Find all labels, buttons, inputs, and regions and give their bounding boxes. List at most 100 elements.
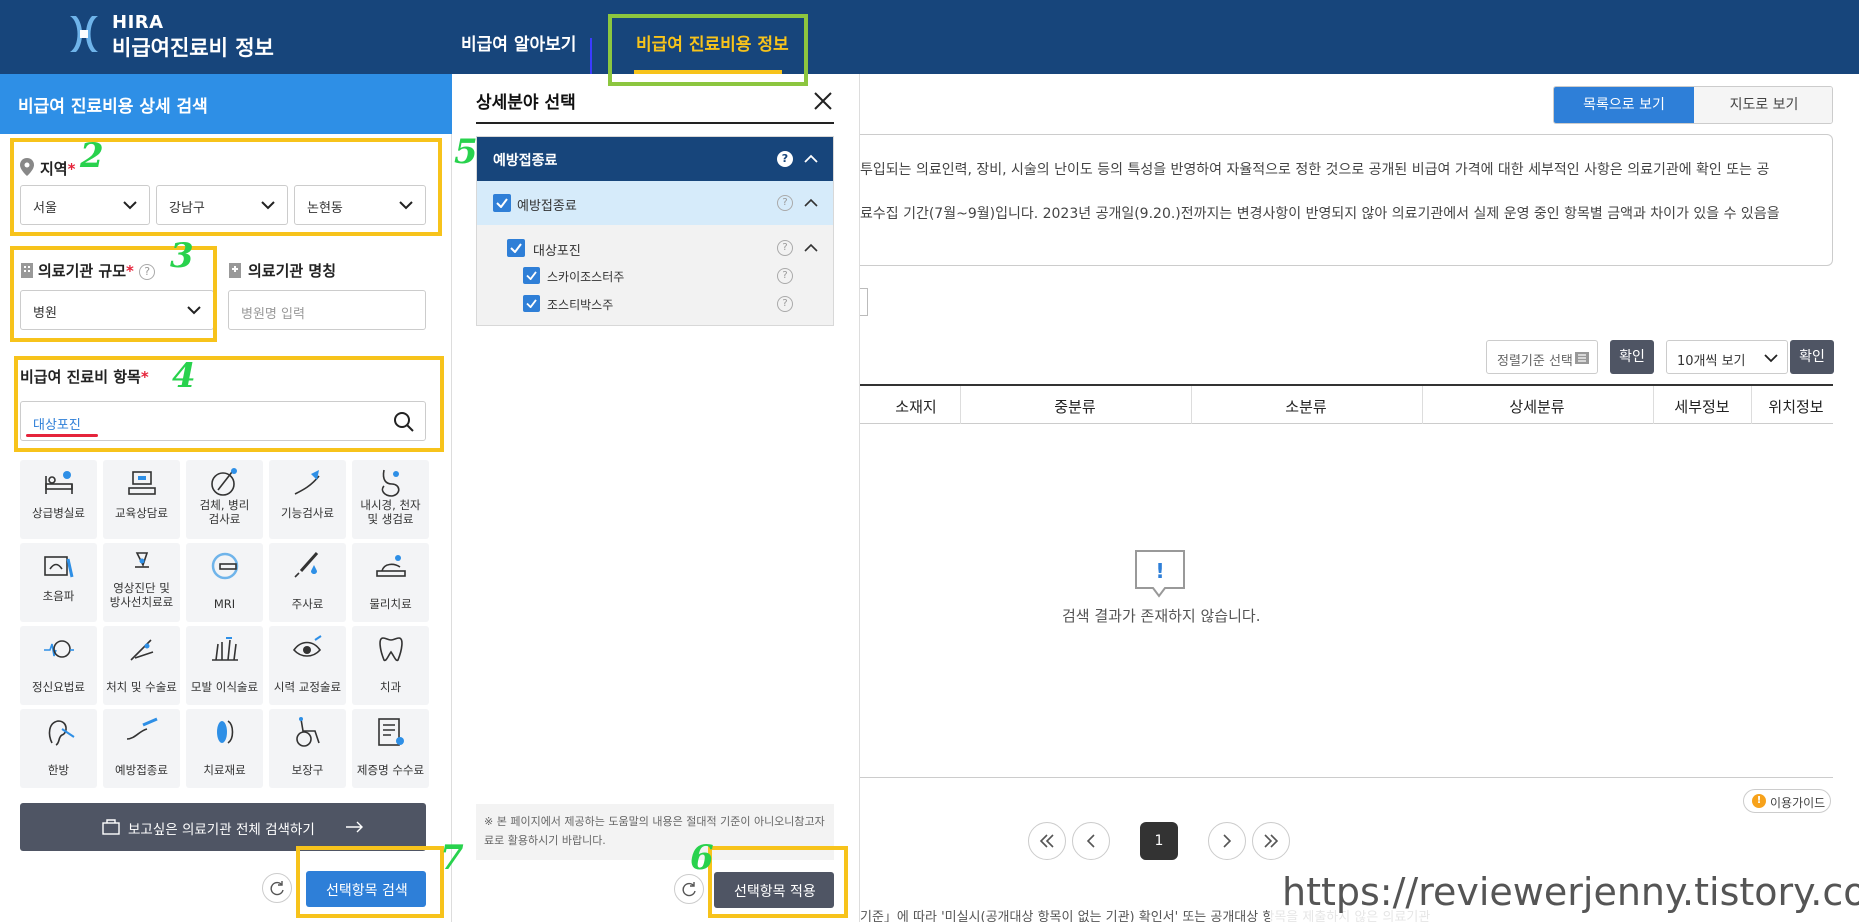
checkbox-checked[interactable] [507, 239, 525, 257]
help-icon[interactable]: ? [777, 195, 793, 211]
annotation-mark: 7 [440, 838, 464, 878]
annotation-box-search [296, 846, 444, 918]
checkbox-checked[interactable] [523, 295, 540, 312]
help-icon[interactable]: ? [777, 296, 793, 312]
next-page-button[interactable] [1208, 822, 1246, 860]
nav-learn-noncovered[interactable]: 비급여 알아보기 [461, 30, 576, 55]
annotation-box-item [14, 356, 444, 452]
category-equipment[interactable]: 보장구 [269, 709, 346, 788]
annotation-box-region [10, 138, 442, 236]
eye-icon [292, 635, 322, 657]
tree-subgroup-row[interactable]: 예방접종료 ? [477, 181, 833, 225]
wheelchair-icon [296, 717, 320, 747]
category-physio[interactable]: 물리치료 [352, 543, 429, 622]
usage-guide-button[interactable]: ! 이용가이드 [1743, 789, 1831, 813]
category-ultrasound[interactable]: 초음파 [20, 543, 97, 622]
check-icon [526, 271, 537, 280]
arrow-right-icon [346, 821, 363, 833]
category-vision[interactable]: 시력 교정술료 [269, 626, 346, 705]
annotation-mark: 2 [80, 136, 104, 176]
ultrasound-icon [44, 556, 74, 578]
category-function-test[interactable]: 기능검사료 [269, 460, 346, 539]
tree-group-header[interactable]: 예방접종료 ? [477, 137, 833, 181]
category-oriental[interactable]: 한방 [20, 709, 97, 788]
reset-button[interactable] [262, 873, 292, 903]
search-panel-title: 비급여 진료비용 상세 검색 [18, 97, 208, 117]
sort-select-button[interactable]: 정렬기준 선택 [1486, 340, 1598, 374]
list-icon [1575, 352, 1589, 364]
chevron-right-icon [1223, 834, 1232, 848]
category-psych[interactable]: 정신요법료 [20, 626, 97, 705]
detail-select-popup: 상세분야 선택 예방접종료 ? 예방접종료 ? 대상포진 ? 스카이조스터주 ?… [452, 74, 860, 922]
first-page-button[interactable] [1028, 822, 1066, 860]
scalpel-icon [130, 639, 154, 661]
certificate-icon [378, 718, 404, 746]
chevron-up-icon[interactable] [803, 195, 819, 211]
category-vaccination[interactable]: 예방접종료 [103, 709, 180, 788]
search-all-hospitals-button[interactable]: 보고싶은 의료기관 전체 검색하기 [20, 803, 426, 851]
annotation-mark: 3 [170, 236, 194, 276]
text-cursor [590, 38, 592, 78]
annotation-underline [26, 434, 98, 437]
checkbox-checked[interactable] [523, 267, 540, 284]
list-view-button[interactable]: 목록으로 보기 [1554, 87, 1694, 123]
current-page[interactable]: 1 [1140, 822, 1178, 860]
brand-title[interactable]: 비급여진료비 정보 [112, 32, 274, 62]
hospital-name-input[interactable]: 병원명 입력 [228, 290, 426, 330]
annotation-mark: 5 [454, 132, 478, 172]
category-counsel[interactable]: 교육상담료 [103, 460, 180, 539]
help-icon[interactable]: ? [777, 240, 793, 256]
category-surgery[interactable]: 처치 및 수술료 [103, 626, 180, 705]
help-icon[interactable]: ? [777, 151, 793, 167]
table-bottom-divider [860, 777, 1833, 778]
col-detail-category: 상세분류 [1509, 398, 1565, 416]
reset-button[interactable] [674, 874, 704, 904]
chevron-up-icon[interactable] [803, 240, 819, 256]
syringe-icon [294, 552, 319, 578]
close-icon[interactable] [812, 90, 834, 112]
category-material[interactable]: 치료재료 [186, 709, 263, 788]
title-divider [476, 122, 834, 124]
hospital-bed-icon [45, 471, 73, 494]
notice-line: 투입되는 의료인력, 장비, 시술의 난이도 등의 특성을 반영하여 자율적으로… [860, 162, 1770, 178]
checkbox-checked[interactable] [493, 194, 511, 212]
tree-child-label: 조스티박스주 [547, 298, 614, 312]
category-specimen[interactable]: 검체, 병리 검사료 [186, 460, 263, 539]
category-tree: 예방접종료 ? 예방접종료 ? 대상포진 ? 스카이조스터주 ? 조스티박스주 … [476, 136, 834, 326]
annotation-mark: 4 [172, 356, 196, 396]
category-ward[interactable]: 상급병실료 [20, 460, 97, 539]
map-view-button[interactable]: 지도로 보기 [1694, 87, 1832, 123]
category-mri[interactable]: MRI [186, 543, 263, 622]
refresh-icon [270, 881, 284, 896]
sort-confirm-button[interactable]: 확인 [1610, 340, 1654, 374]
col-location-info: 위치정보 [1768, 398, 1824, 416]
physio-icon [376, 555, 406, 577]
chevron-up-icon[interactable] [803, 151, 819, 167]
per-page-confirm-button[interactable]: 확인 [1790, 340, 1834, 374]
category-hair[interactable]: 모발 이식술료 [186, 626, 263, 705]
lens-icon [217, 720, 234, 744]
category-injection[interactable]: 주사료 [269, 543, 346, 622]
category-imaging[interactable]: 영상진단 및 방사선치료료 [103, 543, 180, 622]
brand-hira[interactable]: HIRA [112, 12, 164, 33]
check-icon [510, 243, 522, 253]
category-certificate[interactable]: 제증명 수수료 [352, 709, 429, 788]
category-endoscopy[interactable]: 내시경, 천자 및 생검료 [352, 460, 429, 539]
name-label: 의료기관 명칭 [248, 262, 337, 280]
radiation-icon [135, 552, 149, 568]
microscope-icon [211, 468, 237, 496]
per-page-select[interactable]: 10개씩 보기 [1666, 340, 1788, 374]
category-dental[interactable]: 치과 [352, 626, 429, 705]
col-sub-category: 소분류 [1285, 398, 1327, 416]
last-page-button[interactable] [1252, 822, 1290, 860]
ear-acupuncture-icon [48, 720, 75, 746]
popup-title: 상세분야 선택 [476, 93, 576, 113]
double-chevron-left-icon [1039, 834, 1054, 848]
view-toggle: 목록으로 보기 지도로 보기 [1553, 86, 1833, 124]
prev-page-button[interactable] [1072, 822, 1110, 860]
notice-line: 료수집 기간(7월~9월)입니다. 2023년 공개일(9.20.)전까지는 변… [860, 206, 1780, 222]
col-mid-category: 중분류 [1054, 398, 1096, 416]
help-icon[interactable]: ? [777, 268, 793, 284]
counsel-icon [128, 471, 156, 495]
top-header: HIRA 비급여진료비 정보 비급여 알아보기 비급여 진료비용 정보 [0, 0, 1859, 78]
